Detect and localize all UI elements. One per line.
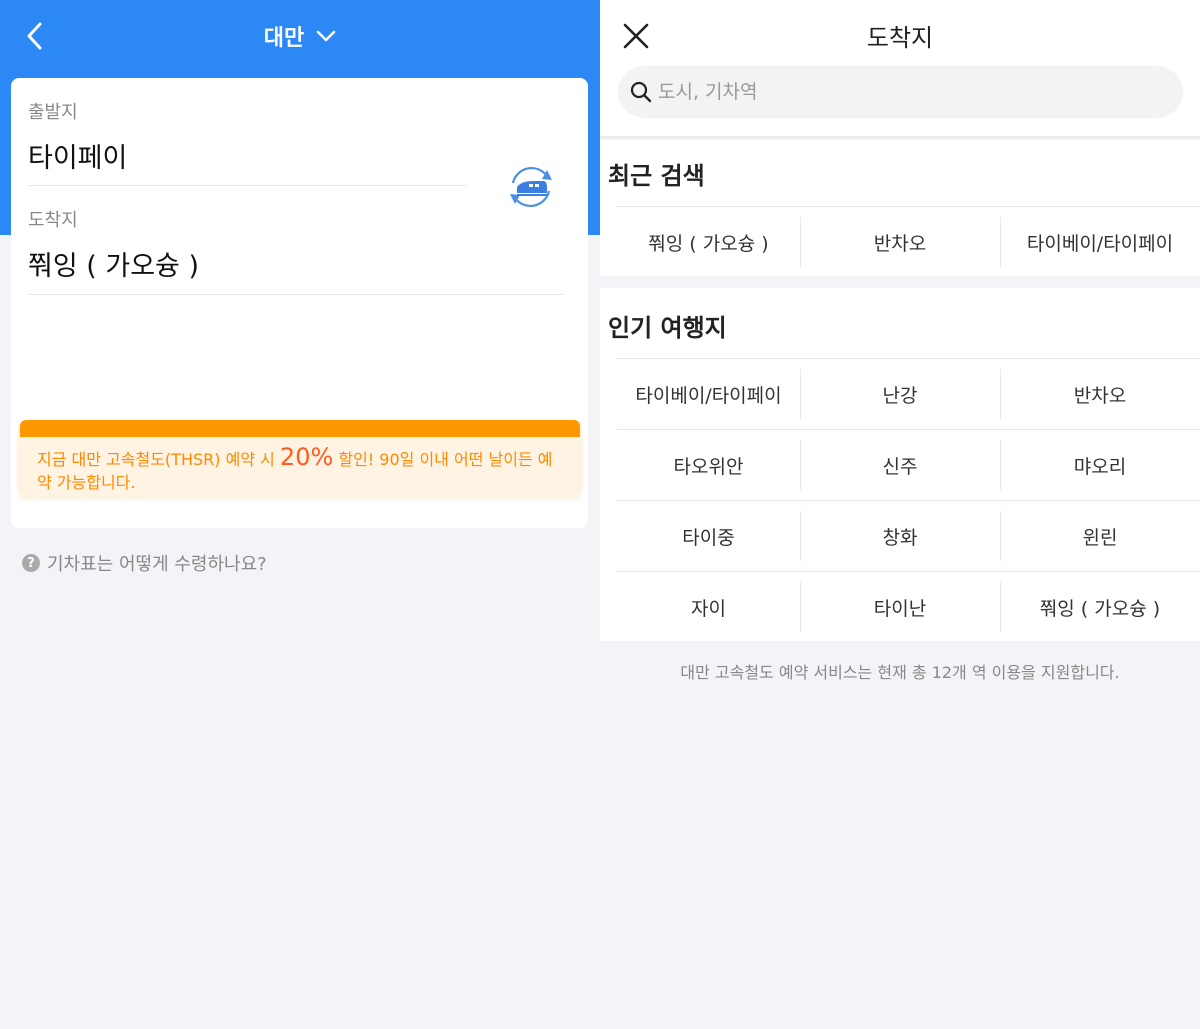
popular-row: 타이베이/타이페이 난강 반차오 [617, 358, 1200, 429]
popular-item[interactable]: 타이중 [617, 501, 800, 571]
arrival-label: 도착지 [28, 210, 78, 231]
destination-picker-screen: 도착지 최근 검색 쭤잉 ( 가오슝 ) 반차오 타이베이/타이페이 인기 여행… [600, 0, 1200, 1029]
question-icon: ? [22, 554, 40, 572]
popular-item[interactable]: 창화 [800, 501, 1000, 571]
station-search-input[interactable] [658, 81, 1138, 103]
popular-destinations-grid: 타이베이/타이페이 난강 반차오 타오위안 신주 먀오리 타이중 창화 윈린 자… [617, 358, 1200, 642]
popular-row: 타이중 창화 윈린 [617, 500, 1200, 571]
arrival-value: 쭤잉 ( 가오슝 ) [28, 251, 200, 282]
promo-banner: 지금 대만 고속철도(THSR) 예약 시 20% 할인! 90일 이내 어떤 … [20, 437, 580, 500]
swap-stations-button[interactable] [503, 159, 559, 215]
promo-text-before: 지금 대만 고속철도(THSR) 예약 시 [37, 450, 280, 469]
popular-destinations-section: 인기 여행지 타이베이/타이페이 난강 반차오 타오위안 신주 먀오리 타이중 … [600, 288, 1200, 641]
popular-item[interactable]: 난강 [800, 359, 1000, 429]
popular-item[interactable]: 신주 [800, 430, 1000, 500]
popular-item[interactable]: 윈린 [1000, 501, 1200, 571]
page-title: 도착지 [866, 24, 934, 52]
popular-row: 자이 타이난 쭤잉 ( 가오슝 ) [617, 571, 1200, 642]
ticket-pickup-help-link[interactable]: ? 기차표는 어떻게 수령하나요? [22, 550, 267, 576]
picker-header: 도착지 [600, 0, 1200, 136]
popular-item[interactable]: 타오위안 [617, 430, 800, 500]
popular-item[interactable]: 반차오 [1000, 359, 1200, 429]
arrival-field[interactable]: 도착지 쭤잉 ( 가오슝 ) [28, 206, 564, 295]
chevron-down-icon [316, 30, 336, 42]
train-swap-icon [510, 167, 552, 207]
popular-destinations-title: 인기 여행지 [608, 314, 727, 342]
search-icon [630, 81, 652, 103]
popular-item[interactable]: 먀오리 [1000, 430, 1200, 500]
recent-searches-title: 최근 검색 [608, 162, 705, 190]
recent-row: 쭤잉 ( 가오슝 ) 반차오 타이베이/타이페이 [617, 206, 1200, 277]
popular-item[interactable]: 타이난 [800, 572, 1000, 642]
departure-value: 타이페이 [28, 143, 128, 174]
recent-searches-section: 최근 검색 쭤잉 ( 가오슝 ) 반차오 타이베이/타이페이 [600, 140, 1200, 276]
country-selector[interactable]: 대만 [0, 18, 600, 54]
departure-label: 출발지 [28, 102, 78, 123]
station-search-box[interactable] [618, 66, 1183, 118]
train-search-screen: 대만 출발지 타이페이 도착지 쭤잉 ( 가오슝 ) 지금 대만 고속철도(TH… [0, 0, 600, 1029]
search-card: 출발지 타이페이 도착지 쭤잉 ( 가오슝 ) 검색 지금 대만 고속철도(TH… [11, 78, 588, 528]
top-nav: 대만 [0, 0, 600, 72]
popular-item[interactable]: 자이 [617, 572, 800, 642]
recent-item[interactable]: 타이베이/타이페이 [1000, 207, 1200, 277]
popular-row: 타오위안 신주 먀오리 [617, 429, 1200, 500]
station-count-note: 대만 고속철도 예약 서비스는 현재 총 12개 역 이용을 지원합니다. [680, 663, 1120, 682]
help-text: 기차표는 어떻게 수령하나요? [47, 554, 267, 575]
recent-item[interactable]: 반차오 [800, 207, 1000, 277]
country-label: 대만 [263, 26, 305, 51]
popular-item[interactable]: 타이베이/타이페이 [617, 359, 800, 429]
recent-item[interactable]: 쭤잉 ( 가오슝 ) [617, 207, 800, 277]
promo-discount: 20% [279, 443, 334, 471]
recent-searches-grid: 쭤잉 ( 가오슝 ) 반차오 타이베이/타이페이 [617, 206, 1200, 277]
popular-item[interactable]: 쭤잉 ( 가오슝 ) [1000, 572, 1200, 642]
departure-field[interactable]: 출발지 타이페이 [28, 98, 466, 186]
